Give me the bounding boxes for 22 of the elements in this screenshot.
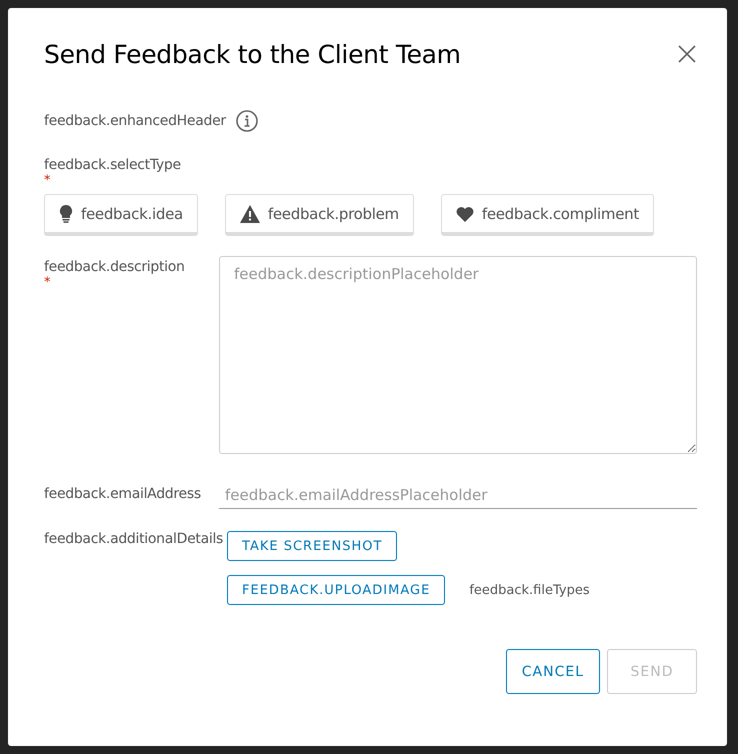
screenshot-button[interactable]: TAKE SCREENSHOT xyxy=(227,531,398,561)
header-text: feedback.enhancedHeader xyxy=(44,113,226,129)
email-field[interactable]: feedback.emailAddressPlaceholder xyxy=(219,486,697,509)
feedback-type-button[interactable]: feedback.problem xyxy=(224,194,414,236)
feedback-type-button[interactable]: feedback.compliment xyxy=(440,194,654,236)
required-marker: * xyxy=(44,275,52,290)
feedback-type-button[interactable]: feedback.idea xyxy=(44,194,198,236)
description-label: feedback.description xyxy=(44,259,185,275)
file-types-text: feedback.fileTypes xyxy=(469,582,590,598)
required-marker: * xyxy=(44,173,52,188)
dialog-title: Send Feedback to the Client Team xyxy=(44,40,461,68)
heart-icon xyxy=(456,206,474,222)
email-label: feedback.emailAddress xyxy=(44,486,202,502)
close-button[interactable] xyxy=(677,44,697,64)
info-icon[interactable] xyxy=(236,110,258,132)
dialog-action-button[interactable]: CANCEL xyxy=(506,649,600,694)
warning-icon xyxy=(240,204,260,222)
details-label: feedback.additionalDetails xyxy=(44,531,224,547)
upload-button[interactable]: FEEDBACK.UPLOADIMAGE xyxy=(227,575,446,605)
lightbulb-icon xyxy=(59,204,73,222)
description-field[interactable]: feedback.descriptionPlaceholder xyxy=(219,256,697,454)
type-label: feedback.selectType xyxy=(44,157,181,173)
